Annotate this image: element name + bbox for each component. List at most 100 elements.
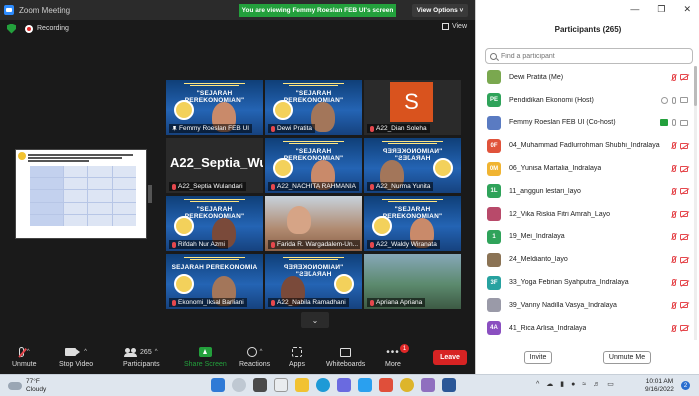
search-icon[interactable]	[232, 378, 246, 392]
edge-icon[interactable]	[316, 378, 330, 392]
meeting-toolbar: ^ Unmute ^ Stop Video 265 ^ Participants …	[0, 342, 475, 374]
participant-name: Femmy Roeslan FEB UI (Co-host)	[509, 119, 616, 127]
participant-row[interactable]: Dewi Pratita (Me)	[476, 66, 694, 89]
participant-row[interactable]: 3F 33_Yoga Febrian Syahputra_Indralaya	[476, 271, 694, 294]
microphone-icon[interactable]: ●	[571, 381, 575, 388]
battery-level-icon[interactable]: ▭	[607, 380, 614, 388]
split-handle[interactable]	[148, 185, 152, 203]
participant-row[interactable]: 1 19_Mei_Indralaya	[476, 226, 694, 249]
participant-row[interactable]: 39_Vanny Nadilla Vasya_Indralaya	[476, 294, 694, 317]
onedrive-icon[interactable]: ☁	[546, 380, 553, 388]
participant-row[interactable]: 12_Vika Riskia Fitri Amrah_Layo	[476, 203, 694, 226]
participant-row[interactable]: 1L 11_anggun lestari_layo	[476, 180, 694, 203]
video-tile[interactable]: "SEJARAH PEREKONOMIAN" Rifdah Nur Azmi	[166, 196, 263, 251]
participant-face	[287, 206, 311, 234]
video-tile[interactable]: A22_Septia_Wul... A22_Septia Wulandari	[166, 138, 263, 193]
video-off-icon	[680, 325, 688, 332]
shared-document-table	[30, 166, 136, 226]
window-controls: — ❐ ✕	[630, 4, 691, 15]
participants-title: Participants (265)	[554, 25, 622, 34]
gallery-scroll-down-button[interactable]: ⌄	[301, 312, 329, 328]
video-tile[interactable]: S A22_Dian Soleha	[364, 80, 461, 135]
more-label: More	[385, 361, 401, 368]
participant-status-icons	[672, 165, 688, 173]
microphone-muted-icon	[672, 142, 676, 150]
weather-widget[interactable]: 77°F Cloudy	[8, 378, 46, 394]
participants-button[interactable]: 265 ^ Participants	[123, 346, 160, 368]
participant-nametag: Apriana Apriana	[367, 298, 426, 307]
university-logo-icon	[273, 100, 293, 120]
microphone-muted-icon	[18, 347, 24, 357]
participant-row[interactable]: 4A 41_Rica Arlisa_Indralaya	[476, 317, 694, 340]
participant-row[interactable]: 0M 06_Yunisa Martalia_Indralaya	[476, 157, 694, 180]
stop-video-button[interactable]: ^ Stop Video	[59, 346, 93, 368]
apps-label: Apps	[289, 361, 305, 368]
store-icon[interactable]	[337, 378, 351, 392]
participant-row[interactable]: Femmy Roeslan FEB UI (Co-host)	[476, 112, 694, 135]
video-tile[interactable]: "NAIMONOKEREP HARAJES" A22_Nabila Ramadha…	[265, 254, 362, 309]
recording-label[interactable]: Recording	[37, 25, 69, 32]
file-explorer-icon[interactable]	[295, 378, 309, 392]
participant-search[interactable]	[485, 48, 693, 64]
system-tray: ^ ☁ ▮ ● ≈ ♬ ▭	[536, 380, 614, 389]
unmute-button[interactable]: ^ Unmute	[12, 346, 37, 368]
recording-icon	[25, 24, 33, 33]
notification-badge[interactable]: 2	[681, 381, 690, 390]
microphone-muted-icon	[271, 125, 275, 132]
word-icon[interactable]	[442, 378, 456, 392]
task-view-icon[interactable]	[253, 378, 267, 392]
view-button[interactable]: View	[441, 23, 467, 30]
caret-up-icon[interactable]: ^	[27, 349, 30, 355]
apps-button[interactable]: Apps	[289, 346, 305, 368]
shared-screen-thumbnail[interactable]	[15, 149, 147, 239]
video-tile[interactable]: "SEJARAH PEREKONOMIAN" A22_Waldy Wiranata	[364, 196, 461, 251]
whiteboards-button[interactable]: Whiteboards	[326, 346, 365, 368]
taskbar-apps	[211, 378, 456, 392]
taskbar-clock[interactable]: 10:01 AM 9/16/2022	[645, 378, 674, 394]
search-input[interactable]	[501, 52, 681, 60]
video-tile[interactable]: "NAIMONOKEREP HARAJES" A22_Nurma Yunita	[364, 138, 461, 193]
participant-row[interactable]: PE Pendidikan Ekonomi (Host)	[476, 89, 694, 112]
battery-icon[interactable]: ▮	[560, 380, 564, 388]
view-options-button[interactable]: View Options ˅	[412, 4, 468, 17]
photos-icon[interactable]	[421, 378, 435, 392]
reactions-button[interactable]: ^ Reactions	[239, 346, 270, 368]
chrome-icon[interactable]	[400, 378, 414, 392]
close-icon[interactable]: ✕	[683, 4, 691, 15]
participant-row[interactable]: 0F 04_Muhammad Fadlurrohman Shubhi_Indral…	[476, 134, 694, 157]
caret-up-icon[interactable]: ^	[155, 349, 158, 355]
more-button[interactable]: ••• More	[385, 346, 401, 369]
chevron-up-icon[interactable]: ^	[536, 381, 539, 388]
video-tile[interactable]: SEJARAH PEREKONOMIA Ekonomi_Iksal Barlian…	[166, 254, 263, 309]
office-icon[interactable]	[379, 378, 393, 392]
caret-up-icon[interactable]: ^	[84, 349, 87, 355]
shield-icon[interactable]	[7, 23, 16, 34]
leave-button[interactable]: Leave	[433, 350, 467, 365]
invite-button[interactable]: Invite	[524, 351, 552, 364]
minimize-icon[interactable]: —	[630, 4, 639, 15]
video-tile[interactable]: Apriana Apriana	[364, 254, 461, 309]
participant-name: 19_Mei_Indralaya	[509, 233, 565, 241]
video-tile[interactable]: "SEJARAH PEREKONOMIAN" A22_NACHITA RAHMAN…	[265, 138, 362, 193]
share-screen-button[interactable]: Share Screen	[184, 346, 227, 368]
participant-avatar	[487, 207, 501, 222]
more-dots-icon: •••	[386, 346, 400, 358]
video-tile[interactable]: "SEJARAH PEREKONOMIAN" Dewi Pratita	[265, 80, 362, 135]
participant-row[interactable]: 24_Meldianto_layo	[476, 248, 694, 271]
banner-subtitle	[265, 257, 362, 260]
widgets-icon[interactable]	[274, 378, 288, 392]
volume-icon[interactable]: ♬	[593, 381, 600, 388]
video-tile[interactable]: Farida R. Wargadalem-Un...	[265, 196, 362, 251]
wifi-icon[interactable]: ≈	[582, 381, 586, 388]
maximize-icon[interactable]: ❐	[657, 4, 665, 15]
participant-list-scrollbar[interactable]	[694, 66, 697, 340]
zoom-taskbar-icon[interactable]	[358, 378, 372, 392]
video-tile[interactable]: "SEJARAH PEREKONOMIAN" Femmy Roeslan FEB …	[166, 80, 263, 135]
video-off-icon	[680, 74, 688, 81]
microphone-muted-icon	[172, 241, 176, 248]
start-icon[interactable]	[211, 378, 225, 392]
meeting-stage: Recording View "SEJARAH PEREKONOMIAN" Fem…	[0, 20, 475, 342]
caret-up-icon[interactable]: ^	[260, 349, 263, 355]
unmute-me-button[interactable]: Unmute Me	[603, 351, 651, 364]
participant-name: 24_Meldianto_layo	[509, 256, 568, 264]
